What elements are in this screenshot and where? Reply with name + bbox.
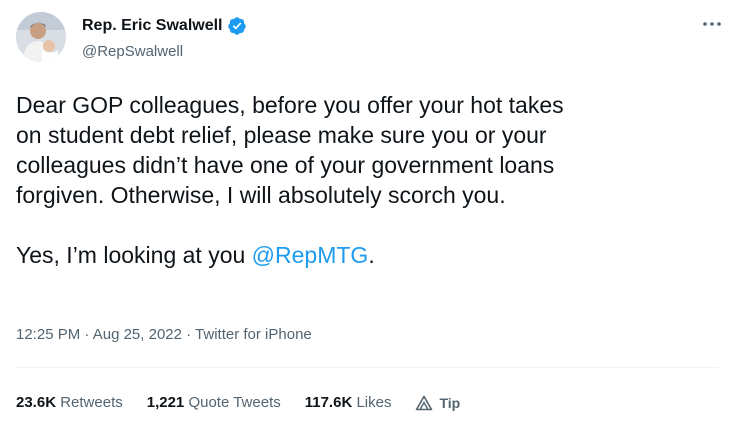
tweet-text: Dear GOP colleagues, before you offer yo… xyxy=(16,90,716,270)
divider xyxy=(16,367,719,368)
tweet-source[interactable]: Twitter for iPhone xyxy=(195,326,312,343)
tweet-text-prefix: Yes, I’m looking at you xyxy=(16,242,252,268)
likes-stat[interactable]: 117.6K Likes xyxy=(305,393,392,413)
tweet-line: Dear GOP colleagues, before you offer yo… xyxy=(16,92,564,118)
tip-icon xyxy=(416,395,433,411)
author-handle[interactable]: @RepSwalwell xyxy=(82,42,183,62)
tweet-time[interactable]: 12:25 PM xyxy=(16,326,80,343)
tweet-line: forgiven. Otherwise, I will absolutely s… xyxy=(16,182,506,208)
likes-count: 117.6K xyxy=(304,394,353,411)
quote-tweets-count: 1,221 xyxy=(146,394,185,411)
tip-button[interactable]: Tip xyxy=(415,393,460,413)
avatar[interactable] xyxy=(16,12,66,62)
tweet-line-mention: Yes, I’m looking at you @RepMTG. xyxy=(16,240,716,270)
meta-separator: · xyxy=(181,326,196,343)
author-name[interactable]: Rep. Eric Swalwell xyxy=(82,16,223,36)
quote-tweets-label: Quote Tweets xyxy=(188,394,281,411)
more-horizontal-icon[interactable] xyxy=(700,14,724,34)
tweet-text-suffix: . xyxy=(368,242,375,268)
retweets-stat[interactable]: 23.6K Retweets xyxy=(16,393,123,413)
tip-label: Tip xyxy=(439,395,461,411)
avatar-image xyxy=(16,12,66,62)
tweet-meta: 12:25 PM · Aug 25, 2022 · Twitter for iP… xyxy=(16,325,312,345)
retweets-count: 23.6K xyxy=(16,394,57,411)
author-name-row[interactable]: Rep. Eric Swalwell xyxy=(82,16,247,36)
tweet-date[interactable]: Aug 25, 2022 xyxy=(93,326,182,343)
tweet-line: on student debt relief, please make sure… xyxy=(16,122,547,148)
mention-link[interactable]: @RepMTG xyxy=(252,242,369,268)
tweet-line: colleagues didn’t have one of your gover… xyxy=(16,152,555,178)
retweets-label: Retweets xyxy=(60,394,123,411)
tweet: Rep. Eric Swalwell @RepSwalwell Dear GOP… xyxy=(0,0,735,425)
engagement-stats: 23.6K Retweets 1,221 Quote Tweets 117.6K… xyxy=(16,393,460,413)
verified-badge-icon xyxy=(227,16,247,36)
quote-tweets-stat[interactable]: 1,221 Quote Tweets xyxy=(147,393,281,413)
meta-separator: · xyxy=(80,326,93,343)
likes-label: Likes xyxy=(356,394,392,411)
